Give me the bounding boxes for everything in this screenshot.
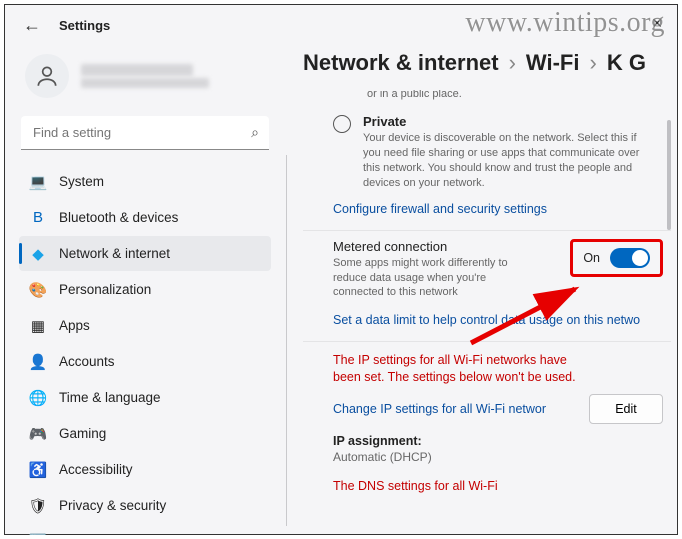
crumb-network[interactable]: Network & internet [303, 50, 499, 76]
sidebar-item-apps[interactable]: ▦ Apps [19, 308, 271, 343]
back-arrow-icon[interactable]: ← [23, 15, 41, 36]
private-title: Private [363, 114, 663, 129]
nav-icon: 🎨 [29, 281, 47, 299]
sidebar-item-accessibility[interactable]: ♿ Accessibility [19, 452, 271, 487]
radio-icon[interactable] [333, 115, 351, 133]
user-account-block[interactable] [19, 48, 271, 112]
nav-list: 💻 System B Bluetooth & devices ◆ Network & in… [19, 164, 271, 535]
nav-label: Accounts [59, 354, 115, 369]
scroll-area: or in a public place. Private Your devic… [303, 90, 671, 531]
previous-option-tail: or in a public place. [303, 90, 671, 100]
sidebar-item-windows-update[interactable]: 🔄 Windows Update [19, 524, 271, 535]
network-profile-section: Private Your device is discoverable on t… [303, 106, 671, 231]
breadcrumb: Network & internet › Wi-Fi › K G [303, 46, 669, 86]
sidebar-item-accounts[interactable]: 👤 Accounts [19, 344, 271, 379]
nav-label: Privacy & security [59, 498, 166, 513]
sidebar-item-system[interactable]: 💻 System [19, 164, 271, 199]
sidebar-item-network-internet[interactable]: ◆ Network & internet [19, 236, 271, 271]
user-name-block [81, 64, 209, 88]
firewall-link[interactable]: Configure firewall and security settings [333, 202, 663, 216]
private-option[interactable]: Private Your device is discoverable on t… [333, 114, 663, 190]
scrollbar-thumb[interactable] [667, 120, 671, 230]
nav-icon: 💻 [29, 173, 47, 191]
search-icon: ⌕ [251, 124, 259, 141]
nav-icon: 🎮 [29, 425, 47, 443]
content-pane: Network & internet › Wi-Fi › K G or in a… [283, 42, 677, 535]
nav-label: Time & language [59, 390, 161, 405]
chevron-right-icon: › [589, 50, 596, 76]
crumb-wifi[interactable]: Wi-Fi [526, 50, 580, 76]
avatar [25, 54, 69, 98]
nav-label: Network & internet [59, 246, 170, 261]
nav-icon: ▦ [29, 317, 47, 335]
toggle-state-label: On [583, 251, 600, 265]
private-desc: Your device is discoverable on the netwo… [363, 131, 653, 190]
metered-toggle[interactable] [610, 248, 650, 268]
crumb-current: K G [607, 50, 646, 76]
chevron-right-icon: › [509, 50, 516, 76]
app-title: Settings [59, 18, 110, 33]
sidebar-item-gaming[interactable]: 🎮 Gaming [19, 416, 271, 451]
ip-warning: The IP settings for all Wi-Fi networks h… [333, 352, 593, 386]
sidebar-item-personalization[interactable]: 🎨 Personalization [19, 272, 271, 307]
nav-icon: 🛡 [29, 497, 47, 515]
metered-section: Metered connection Some apps might work … [303, 231, 671, 342]
nav-label: System [59, 174, 104, 189]
ip-assignment-value: Automatic (DHCP) [333, 450, 663, 464]
watermark-text: www.wintips.org [465, 7, 665, 39]
person-icon [34, 63, 60, 89]
change-ip-link[interactable]: Change IP settings for all Wi-Fi networ [333, 402, 546, 416]
sidebar-item-time-language[interactable]: 🌐 Time & language [19, 380, 271, 415]
nav-label: Windows Update [59, 534, 161, 535]
nav-label: Personalization [59, 282, 151, 297]
nav-icon: B [29, 209, 47, 227]
nav-label: Gaming [59, 426, 106, 441]
edit-button[interactable]: Edit [589, 394, 663, 424]
nav-label: Apps [59, 318, 90, 333]
search-input[interactable] [21, 116, 269, 150]
nav-icon: 🔄 [29, 533, 47, 536]
sidebar-item-privacy-security[interactable]: 🛡 Privacy & security [19, 488, 271, 523]
ip-assignment-label: IP assignment: [333, 434, 663, 448]
dns-warning: The DNS settings for all Wi-Fi [333, 478, 593, 495]
nav-label: Bluetooth & devices [59, 210, 178, 225]
sidebar-item-bluetooth-devices[interactable]: B Bluetooth & devices [19, 200, 271, 235]
scrollbar[interactable] [667, 90, 671, 531]
search-box[interactable]: ⌕ [21, 116, 269, 150]
sidebar: ⌕ 💻 System B Bluetooth & devices ◆ Network & … [5, 42, 283, 535]
metered-title: Metered connection [333, 239, 513, 254]
ip-section: The IP settings for all Wi-Fi networks h… [303, 342, 671, 503]
metered-toggle-highlight: On [570, 239, 663, 277]
user-email-redacted [81, 78, 209, 88]
nav-icon: ♿ [29, 461, 47, 479]
nav-icon: 👤 [29, 353, 47, 371]
metered-desc: Some apps might work differently to redu… [333, 256, 513, 299]
nav-icon: ◆ [29, 245, 47, 263]
user-name-redacted [81, 64, 193, 76]
nav-label: Accessibility [59, 462, 133, 477]
nav-icon: 🌐 [29, 389, 47, 407]
data-limit-link[interactable]: Set a data limit to help control data us… [333, 313, 663, 327]
